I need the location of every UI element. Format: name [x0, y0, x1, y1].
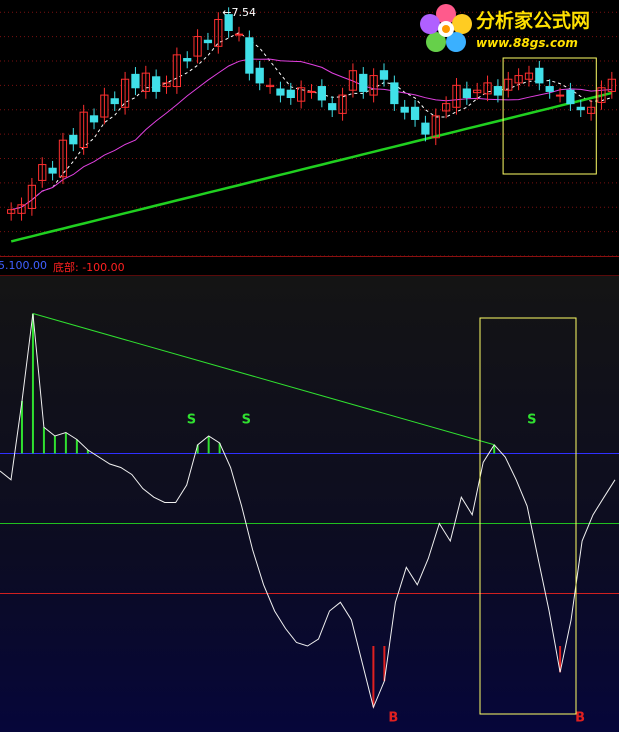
sell-signal-label: S	[187, 413, 196, 428]
candle-down	[462, 88, 471, 99]
price-high-label: ←7.54	[222, 6, 256, 19]
indicator-chart-svg: S S S B B	[0, 313, 619, 725]
candle-up	[307, 90, 316, 93]
candle-down	[286, 89, 295, 99]
candle-down	[535, 67, 544, 84]
candle-down	[576, 106, 585, 111]
site-logo: 分析家公式网 www.88gs.com	[418, 2, 618, 54]
flower-logo-icon	[420, 4, 472, 52]
candle-down	[89, 115, 99, 123]
candle-down	[183, 58, 192, 62]
candle-down	[359, 73, 368, 92]
candle-down	[328, 103, 337, 111]
buy-signal-label: B	[388, 710, 398, 725]
indicator-bottom-label: 底部: -100.00	[53, 261, 125, 274]
sell-signal-label: S	[242, 413, 251, 428]
candle-down	[245, 37, 254, 74]
ma-line-3	[10, 91, 613, 243]
indicator-highlight-box	[479, 317, 577, 715]
trend-line	[32, 313, 495, 446]
candle-down	[69, 134, 78, 145]
sell-signal-label: S	[527, 413, 536, 428]
price-pane[interactable]: ←7.54 分析家公式网 www.88gs.com	[0, 0, 619, 256]
candle-down	[131, 73, 140, 89]
indicator-header: 5.100.00 底部: -100.00	[0, 256, 619, 276]
ma-line-2	[11, 58, 612, 211]
candle-down	[110, 98, 119, 105]
indicator-pane[interactable]: S S S B B	[0, 276, 619, 732]
candle-up	[555, 94, 565, 97]
buy-signal-label: B	[575, 710, 585, 725]
candle-down	[545, 86, 554, 92]
logo-title: 分析家公式网	[476, 10, 591, 32]
indicator-value: 5.100.00	[0, 259, 47, 272]
candle-down	[421, 122, 430, 135]
ma-line-1	[11, 32, 612, 211]
candle-down	[152, 76, 161, 92]
oscillator-line	[0, 313, 616, 709]
logo-url: www.88gs.com	[476, 36, 578, 50]
candle-down	[400, 106, 409, 113]
candle-down	[566, 89, 575, 105]
candle-up	[234, 33, 244, 36]
candle-down	[276, 88, 285, 96]
candle-down	[317, 86, 326, 101]
candle-down	[255, 67, 264, 84]
candle-down	[390, 82, 399, 105]
candle-down	[203, 39, 213, 44]
chart-stage: ←7.54 分析家公式网 www.88gs.com 5.100.00 底部: -…	[0, 0, 619, 732]
candle-down	[410, 106, 420, 120]
candle-down	[48, 167, 57, 174]
candle-down	[493, 86, 503, 96]
candle-down	[379, 70, 389, 80]
